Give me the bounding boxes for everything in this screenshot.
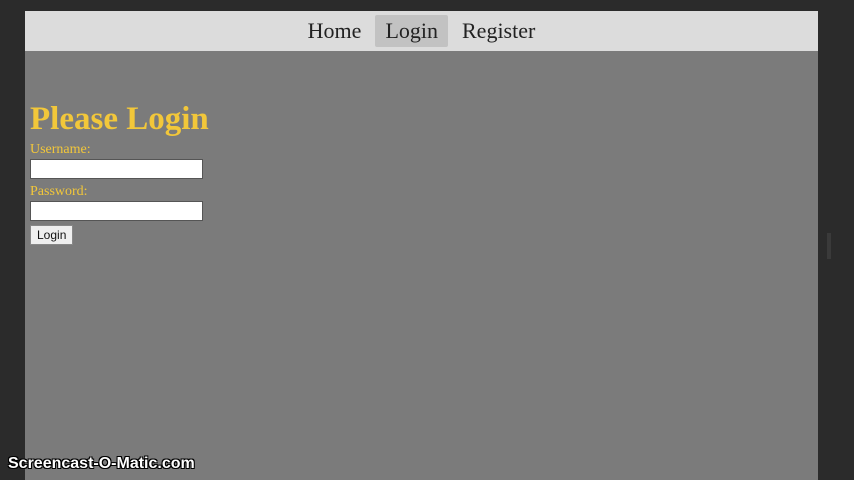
username-field[interactable]	[30, 159, 203, 179]
watermark-text: Screencast-O-Matic.com	[8, 455, 195, 472]
page-title: Please Login	[30, 101, 209, 137]
login-form: Please Login Username: Password: Login	[30, 97, 209, 245]
nav-register-link[interactable]: Register	[452, 15, 545, 47]
login-button[interactable]: Login	[30, 225, 74, 245]
page-container: Home Login Register Please Login Usernam…	[25, 11, 818, 480]
nav-home-link[interactable]: Home	[298, 15, 372, 47]
top-navbar: Home Login Register	[25, 11, 818, 51]
scrollbar-handle[interactable]	[827, 233, 831, 259]
nav-login-link[interactable]: Login	[375, 15, 448, 47]
password-label: Password:	[30, 184, 88, 199]
password-field[interactable]	[30, 201, 203, 221]
username-label: Username:	[30, 142, 91, 157]
